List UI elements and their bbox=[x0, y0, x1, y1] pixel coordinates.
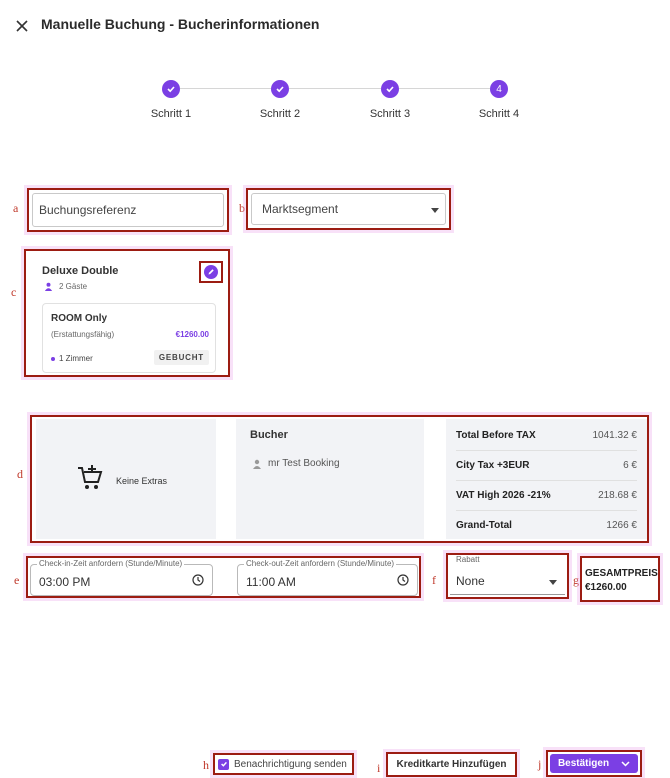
summary-panel: Keine Extras Bucher mr Test Booking Tota… bbox=[30, 415, 649, 543]
room-name: Deluxe Double bbox=[42, 265, 119, 277]
totals-value: 1266 € bbox=[606, 520, 637, 531]
checkout-value: 11:00 AM bbox=[246, 575, 296, 589]
edit-room-button[interactable] bbox=[199, 261, 223, 283]
booker-heading: Bucher bbox=[250, 429, 288, 441]
totals-value: 1041.32 € bbox=[592, 430, 638, 441]
step-3-check-icon bbox=[381, 80, 399, 98]
chevron-down-icon[interactable] bbox=[621, 760, 630, 767]
discount-value: None bbox=[456, 574, 485, 588]
step-4-number: 4 bbox=[496, 83, 502, 95]
checkin-time-input[interactable]: Check-in-Zeit anfordern (Stunde/Minute) … bbox=[30, 559, 213, 596]
time-request-group: Check-in-Zeit anfordern (Stunde/Minute) … bbox=[26, 556, 421, 598]
add-credit-card-button[interactable]: Kreditkarte Hinzufügen bbox=[386, 752, 517, 777]
pencil-icon bbox=[204, 265, 218, 279]
annotation-label: e bbox=[14, 573, 20, 587]
annotation-label: i bbox=[377, 761, 381, 775]
notify-checkbox[interactable]: Benachrichtigung senden bbox=[213, 753, 354, 775]
totals-row: VAT High 2026 -21% 218.68 € bbox=[456, 481, 637, 511]
person-icon bbox=[253, 459, 261, 469]
totals-label: Grand-Total bbox=[456, 520, 512, 531]
total-price-box: GESAMTPREIS €1260.00 bbox=[580, 556, 660, 602]
step-1-check-icon bbox=[162, 80, 180, 98]
booking-reference-placeholder: Buchungsreferenz bbox=[39, 203, 137, 217]
booker-box: Bucher mr Test Booking bbox=[236, 419, 424, 539]
refund-note: (Erstattungsfähig) bbox=[51, 330, 115, 339]
annotation-label: b bbox=[239, 201, 245, 215]
stepper-line bbox=[289, 88, 381, 89]
checkout-time-input[interactable]: Check-out-Zeit anfordern (Stunde/Minute)… bbox=[237, 559, 418, 596]
person-icon bbox=[44, 282, 53, 291]
totals-value: 218.68 € bbox=[598, 490, 637, 501]
totals-value: 6 € bbox=[623, 460, 637, 471]
step-label: Schritt 4 bbox=[478, 108, 520, 120]
totals-box: Total Before TAX 1041.32 € City Tax +3EUR… bbox=[446, 419, 647, 539]
guest-count: 2 Gäste bbox=[59, 282, 88, 291]
confirm-button-wrap: Bestätigen bbox=[546, 750, 642, 777]
discount-select[interactable]: Rabatt None bbox=[450, 555, 565, 595]
stepper-line bbox=[180, 88, 272, 89]
totals-label: VAT High 2026 -21% bbox=[456, 490, 551, 501]
confirm-label: Bestätigen bbox=[557, 758, 610, 769]
clock-icon[interactable] bbox=[192, 574, 204, 586]
annotation-label: h bbox=[203, 758, 209, 772]
chevron-down-icon bbox=[549, 580, 557, 585]
checkout-legend: Check-out-Zeit anfordern (Stunde/Minute) bbox=[244, 559, 397, 568]
room-count: 1 Zimmer bbox=[51, 354, 93, 363]
totals-row: City Tax +3EUR 6 € bbox=[456, 451, 637, 481]
totals-label: City Tax +3EUR bbox=[456, 460, 530, 471]
add-to-cart-icon bbox=[78, 465, 103, 489]
rate-price: €1260.00 bbox=[175, 330, 209, 339]
status-badge: GEBUCHT bbox=[153, 350, 209, 365]
step-label: Schritt 1 bbox=[150, 108, 192, 120]
annotation-label: f bbox=[432, 573, 436, 587]
room-card: Deluxe Double 2 Gäste ROOM Only (Erstatt… bbox=[24, 249, 230, 377]
annotation-label: g bbox=[573, 573, 579, 587]
bullet-icon bbox=[51, 356, 55, 361]
discount-legend: Rabatt bbox=[454, 555, 482, 564]
notify-label: Benachrichtigung senden bbox=[234, 758, 347, 770]
extras-box: Keine Extras bbox=[36, 419, 216, 539]
booking-reference-input[interactable]: Buchungsreferenz bbox=[27, 188, 229, 232]
annotation-label: c bbox=[11, 285, 17, 299]
clock-icon[interactable] bbox=[397, 574, 409, 586]
rate-card: ROOM Only (Erstattungsfähig) €1260.00 1 … bbox=[42, 303, 216, 373]
rate-name: ROOM Only bbox=[51, 313, 108, 324]
totals-row: Grand-Total 1266 € bbox=[456, 511, 637, 540]
totals-label: Total Before TAX bbox=[456, 430, 536, 441]
annotation-label: d bbox=[17, 467, 23, 481]
total-price-value: €1260.00 bbox=[585, 582, 627, 593]
step-label: Schritt 3 bbox=[369, 108, 411, 120]
market-segment-value: Marktsegment bbox=[262, 202, 339, 216]
no-extras-label: Keine Extras bbox=[116, 476, 168, 486]
checkin-legend: Check-in-Zeit anfordern (Stunde/Minute) bbox=[37, 559, 185, 568]
room-count-text: 1 Zimmer bbox=[59, 354, 93, 363]
totals-row: Total Before TAX 1041.32 € bbox=[456, 421, 637, 451]
checkbox-checked-icon[interactable] bbox=[218, 758, 229, 770]
checkin-value: 03:00 PM bbox=[39, 575, 91, 589]
step-2-check-icon bbox=[271, 80, 289, 98]
step-label: Schritt 2 bbox=[259, 108, 301, 120]
add-credit-card-label: Kreditkarte Hinzufügen bbox=[396, 759, 507, 770]
stepper-line bbox=[398, 88, 490, 89]
page-title: Manuelle Buchung - Bucherinformationen bbox=[41, 16, 320, 32]
booker-name: mr Test Booking bbox=[268, 458, 340, 469]
market-segment-select[interactable]: Marktsegment bbox=[246, 188, 451, 230]
confirm-button[interactable]: Bestätigen bbox=[550, 754, 638, 773]
total-price-label: GESAMTPREIS bbox=[585, 568, 658, 579]
room-guests: 2 Gäste bbox=[44, 282, 87, 291]
close-icon[interactable] bbox=[14, 18, 30, 34]
booker-name-row: mr Test Booking bbox=[252, 458, 340, 469]
discount-select-wrap: Rabatt None bbox=[446, 553, 569, 599]
annotation-label: j bbox=[538, 757, 542, 771]
annotation-label: a bbox=[13, 201, 19, 215]
step-4-circle: 4 bbox=[490, 80, 508, 98]
chevron-down-icon bbox=[431, 208, 439, 213]
